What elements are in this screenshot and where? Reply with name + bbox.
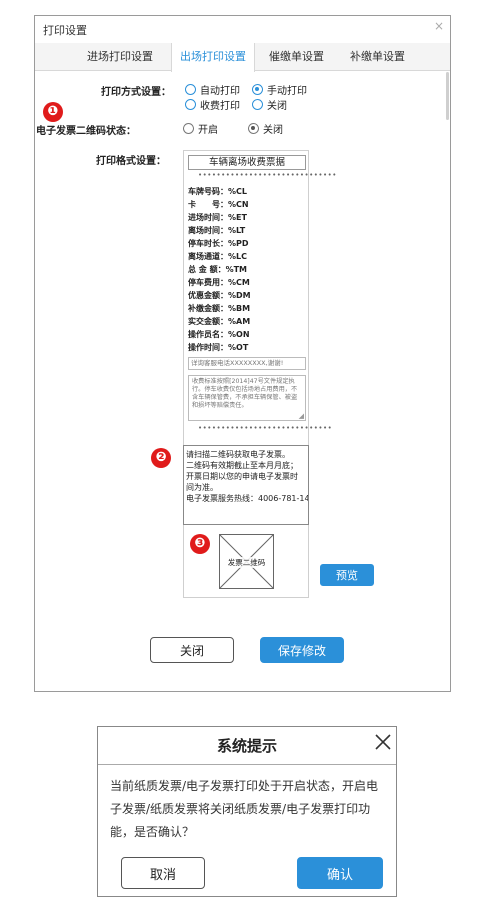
radio-circle — [248, 123, 259, 134]
radio-circle — [252, 84, 263, 95]
einvoice-text-box[interactable]: 请扫描二维码获取电子发票。 二维码有效期截止至本月月底； 开票日期以您的申请电子… — [183, 445, 309, 525]
receipt-field[interactable]: 离场通道：%LC — [188, 251, 247, 262]
confirm-message: 当前纸质发票/电子发票打印处于开启状态，开启电子发票/纸质发票将关闭纸质发票/电… — [110, 779, 379, 839]
radio-circle — [185, 99, 196, 110]
tab-entry-print[interactable]: 进场打印设置 — [87, 43, 153, 71]
tab-supplement-settings[interactable]: 补缴单设置 — [350, 43, 405, 71]
close-icon[interactable]: × — [434, 19, 444, 33]
print-format-label: 打印格式设置： — [96, 156, 166, 167]
radio-circle — [252, 99, 263, 110]
receipt-field[interactable]: 进场时间：%ET — [188, 212, 247, 223]
receipt-separator: ••••••••••••••••••••••••••••• — [198, 424, 333, 432]
receipt-field[interactable]: 离场时间：%LT — [188, 225, 245, 236]
einvoice-line: 开票日期以您的申请电子发票时 — [186, 472, 298, 481]
receipt-field[interactable]: 车牌号码：%CL — [188, 186, 247, 197]
annotation-marker-3: ❸ — [190, 534, 210, 554]
einvoice-line: 二维码有效期截止至本月月底； — [186, 461, 298, 470]
radio-label: 关闭 — [263, 125, 283, 136]
invoice-qr-placeholder: 发票二维码 — [219, 534, 274, 589]
close-button[interactable]: 关闭 — [150, 637, 234, 663]
confirm-title: 系统提示 — [216, 737, 277, 755]
receipt-preview: 车辆离场收费票据 •••••••••••••••••••••••••••••• … — [183, 150, 336, 598]
einvoice-line: 间为准。 — [186, 483, 218, 492]
receipt-field[interactable]: 操作员名：%ON — [188, 329, 250, 340]
radio-charge-print[interactable]: 收费打印 — [185, 97, 240, 112]
save-changes-button[interactable]: 保存修改 — [260, 637, 344, 663]
dialog-title: 打印设置 — [43, 24, 87, 37]
qr-status-label: 电子发票二维码状态： — [36, 126, 136, 137]
receipt-field[interactable]: 停车费用：%CM — [188, 277, 250, 288]
radio-label: 关闭 — [267, 101, 287, 112]
radio-manual-print[interactable]: 手动打印 — [252, 82, 307, 97]
receipt-field[interactable]: 停车时长：%PD — [188, 238, 249, 249]
tab-reminder-settings[interactable]: 催缴单设置 — [269, 43, 324, 71]
receipt-field[interactable]: 补缴金额：%BM — [188, 303, 250, 314]
receipt-separator: •••••••••••••••••••••••••••••• — [198, 171, 337, 179]
receipt-field[interactable]: 实交金额：%AM — [188, 316, 250, 327]
system-prompt-dialog: 系统提示 当前纸质发票/电子发票打印处于开启状态，开启电子发票/纸质发票将关闭纸… — [97, 726, 397, 897]
receipt-footer-input[interactable]: 详询客服电话XXXXXXXX,谢谢! — [188, 357, 306, 370]
annotation-marker-2: ❷ — [151, 448, 171, 468]
radio-label: 开启 — [198, 125, 218, 136]
receipt-field[interactable]: 操作时间：%OT — [188, 342, 248, 353]
receipt-field[interactable]: 卡 号：%CN — [188, 199, 249, 210]
divider — [98, 764, 396, 765]
scrollbar[interactable] — [446, 72, 449, 120]
receipt-title[interactable]: 车辆离场收费票据 — [188, 155, 306, 170]
receipt-notice-text: 收费标准按照[2014]47号文件规定执行。停车收费仅包括场地占用费用，不含车辆… — [192, 378, 298, 409]
confirm-button[interactable]: 确认 — [297, 857, 383, 889]
einvoice-line: 电子发票服务热线：4006-781-146 — [186, 494, 309, 503]
close-icon[interactable] — [372, 731, 394, 753]
cancel-button[interactable]: 取消 — [121, 857, 205, 889]
receipt-field[interactable]: 优惠金额：%DM — [188, 290, 251, 301]
qr-label: 发票二维码 — [220, 557, 273, 568]
resize-grip-icon[interactable]: ◢ — [299, 412, 304, 420]
radio-label: 自动打印 — [200, 86, 240, 97]
print-mode-label: 打印方式设置： — [101, 87, 171, 98]
radio-label: 手动打印 — [267, 86, 307, 97]
radio-circle — [185, 84, 196, 95]
radio-qr-on[interactable]: 开启 — [183, 121, 218, 136]
radio-auto-print[interactable]: 自动打印 — [185, 82, 240, 97]
tab-exit-print[interactable]: 出场打印设置 — [171, 43, 255, 72]
einvoice-line: 请扫描二维码获取电子发票。 — [186, 450, 290, 459]
preview-button[interactable]: 预览 — [320, 564, 374, 586]
radio-label: 收费打印 — [200, 101, 240, 112]
receipt-field[interactable]: 总 金 额：%TM — [188, 264, 247, 275]
radio-circle — [183, 123, 194, 134]
radio-qr-off[interactable]: 关闭 — [248, 121, 283, 136]
receipt-notice-textarea[interactable]: 收费标准按照[2014]47号文件规定执行。停车收费仅包括场地占用费用，不含车辆… — [188, 375, 306, 421]
radio-print-off[interactable]: 关闭 — [252, 97, 287, 112]
annotation-marker-1: ❶ — [43, 102, 63, 122]
tab-bar: 进场打印设置 出场打印设置 催缴单设置 补缴单设置 — [35, 43, 450, 72]
